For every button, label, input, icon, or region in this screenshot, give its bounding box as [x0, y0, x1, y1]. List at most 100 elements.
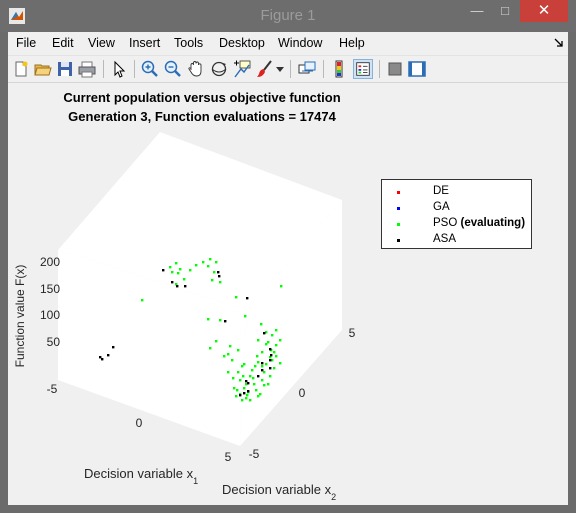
z-tick-50: 50 [47, 335, 61, 349]
asa-point [261, 362, 264, 365]
pso-point [207, 265, 210, 268]
pso-point [246, 394, 249, 397]
pso-point [239, 379, 242, 382]
pso-point [242, 375, 245, 378]
pso-point [195, 264, 198, 267]
pso-point [235, 296, 238, 299]
asa-point [243, 392, 246, 395]
data-cursor-icon[interactable] [232, 59, 252, 79]
menu-tools[interactable]: Tools [174, 36, 203, 50]
menu-desktop[interactable]: Desktop [219, 36, 265, 50]
asa-point [269, 348, 272, 351]
open-file-icon[interactable] [33, 59, 53, 79]
axes-3d[interactable]: Current population versus objective func… [8, 82, 568, 505]
legend-box[interactable]: DE GA PSO (evaluating) ASA [381, 179, 532, 249]
toolbar-separator [379, 60, 380, 78]
pso-point [254, 365, 257, 368]
pso-point [169, 266, 172, 269]
legend-entry-pso: PSO (evaluating) [382, 216, 532, 232]
pso-point [241, 399, 244, 402]
link-plot-icon[interactable] [297, 59, 317, 79]
show-plot-tools-icon[interactable] [407, 59, 427, 79]
legend-marker [397, 191, 400, 194]
zoom-in-icon[interactable] [140, 59, 160, 79]
pso-point [209, 347, 212, 350]
x2-axis-label: Decision variable x2 [222, 482, 336, 502]
legend-marker [397, 239, 400, 242]
asa-point [246, 297, 249, 300]
pso-point [257, 395, 260, 398]
asa-point [269, 359, 272, 362]
pso-point [171, 271, 174, 274]
pso-point [175, 262, 178, 265]
figure-toolbar [8, 55, 568, 83]
brush-dropdown-icon[interactable] [276, 67, 284, 73]
menu-bar: File Edit View Insert Tools Desktop Wind… [8, 32, 568, 54]
menu-help[interactable]: Help [339, 36, 365, 50]
legend-entry-de: DE [382, 184, 532, 200]
hide-plot-tools-icon[interactable] [385, 59, 405, 79]
pso-point [211, 279, 214, 282]
pso-point [213, 271, 216, 274]
menu-file[interactable]: File [16, 36, 36, 50]
pso-point [215, 261, 218, 264]
pso-point [267, 383, 270, 386]
pso-point [229, 345, 232, 348]
pso-point [271, 334, 274, 337]
pso-point [202, 261, 205, 264]
colorbar-icon[interactable] [330, 59, 350, 79]
pso-point [249, 375, 252, 378]
pso-point [237, 349, 240, 352]
pso-point [177, 272, 180, 275]
toolbar-separator [103, 60, 104, 78]
menu-insert[interactable]: Insert [129, 36, 160, 50]
asa-point [162, 269, 165, 272]
menu-window[interactable]: Window [278, 36, 322, 50]
title-bar[interactable]: Figure 1 — □ ✕ [0, 0, 576, 32]
asa-point [101, 358, 104, 361]
z-tick-100: 100 [40, 308, 60, 322]
maximize-button[interactable]: □ [491, 0, 519, 22]
close-button[interactable]: ✕ [520, 0, 568, 22]
asa-point [224, 320, 227, 323]
toolbar-separator [323, 60, 324, 78]
zoom-out-icon[interactable] [163, 59, 183, 79]
asa-point [171, 281, 174, 284]
pso-point [265, 363, 268, 366]
minimize-button[interactable]: — [463, 0, 491, 22]
asa-point [239, 394, 242, 397]
z-tick-150: 150 [40, 282, 60, 296]
print-icon[interactable] [77, 59, 97, 79]
pso-point [223, 355, 226, 358]
pso-point [260, 323, 263, 326]
new-figure-icon[interactable] [11, 59, 31, 79]
pso-point [233, 387, 236, 390]
pso-point [207, 318, 210, 321]
pso-point [219, 319, 222, 322]
pan-icon[interactable] [186, 59, 206, 79]
pointer-icon[interactable] [109, 59, 129, 79]
pso-point [263, 384, 266, 387]
menu-view[interactable]: View [88, 36, 115, 50]
save-icon[interactable] [55, 59, 75, 79]
legend-marker [397, 223, 400, 226]
minimize-icon: — [470, 3, 484, 18]
menu-edit[interactable]: Edit [52, 36, 74, 50]
asa-point [261, 369, 264, 372]
rotate-3d-icon[interactable] [209, 59, 229, 79]
pso-point [209, 258, 212, 261]
pso-point [275, 344, 278, 347]
dock-arrow-icon[interactable] [554, 38, 564, 48]
pso-point [183, 278, 186, 281]
asa-point [257, 375, 260, 378]
asa-point [176, 285, 179, 288]
asa-point [247, 390, 250, 393]
x1-axis-label: Decision variable x1 [84, 466, 198, 486]
brush-icon[interactable] [255, 59, 275, 79]
legend-icon[interactable] [353, 59, 373, 79]
figure-client-area: File Edit View Insert Tools Desktop Wind… [8, 32, 568, 505]
pso-point [236, 389, 239, 392]
pso-point [237, 371, 240, 374]
pso-point [269, 375, 272, 378]
pso-point [232, 377, 235, 380]
